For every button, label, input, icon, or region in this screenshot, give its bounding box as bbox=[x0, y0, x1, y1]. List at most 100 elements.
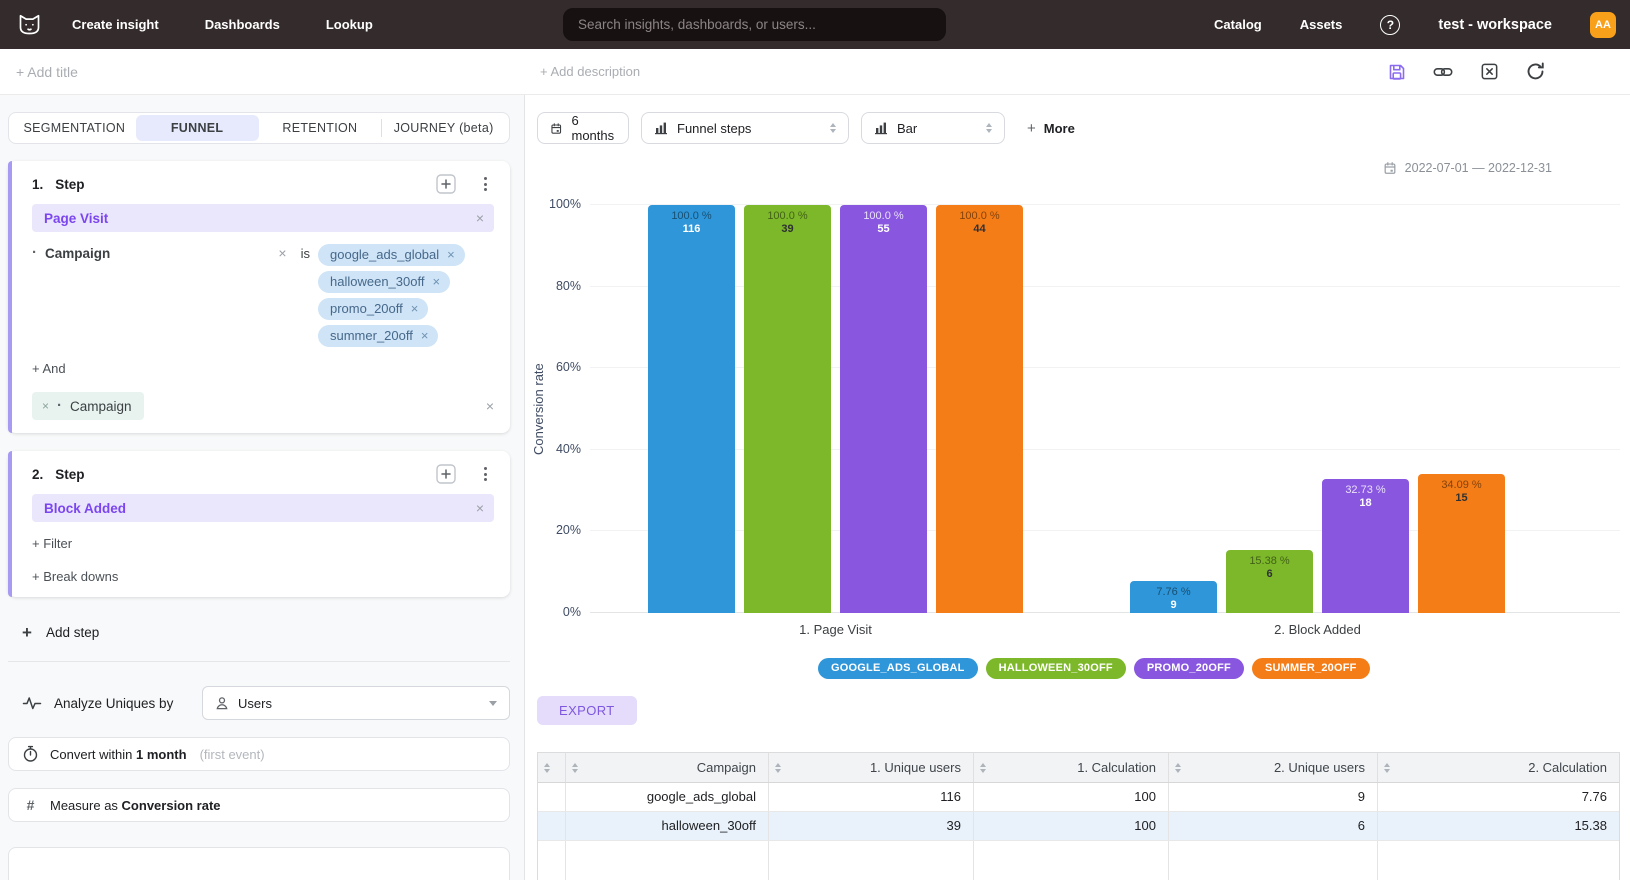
remove-event-icon[interactable] bbox=[476, 501, 484, 515]
filter-property[interactable]: Campaign bbox=[45, 246, 110, 261]
breakdown-chip[interactable]: Campaign bbox=[32, 392, 144, 420]
column-header-campaign[interactable]: Campaign bbox=[566, 753, 769, 782]
clipped-option-box bbox=[8, 847, 510, 880]
tab-journey-beta-[interactable]: JOURNEY (beta) bbox=[382, 115, 505, 141]
legend-pill-promo_20off[interactable]: PROMO_20OFF bbox=[1134, 658, 1244, 679]
remove-event-icon[interactable] bbox=[476, 211, 484, 225]
insight-header: + Add title + Add description bbox=[0, 49, 1630, 95]
step-menu-icon[interactable] bbox=[476, 175, 494, 193]
y-tick-label: 80% bbox=[556, 279, 581, 293]
nav-item-lookup[interactable]: Lookup bbox=[326, 17, 373, 32]
convert-within-label: Convert within 1 month bbox=[50, 747, 187, 762]
analyze-uniques-select[interactable]: Users bbox=[202, 686, 510, 720]
refresh-icon[interactable] bbox=[1524, 61, 1546, 83]
table-row[interactable]: google_ads_global11610097.76 bbox=[538, 783, 1619, 812]
step-card-1: 1. Step Page Visit bbox=[8, 161, 510, 433]
app-logo-icon[interactable] bbox=[14, 10, 44, 40]
tab-funnel[interactable]: FUNNEL bbox=[136, 115, 259, 141]
filter-value-chip[interactable]: promo_20off bbox=[318, 298, 428, 320]
bar-promo_20off[interactable]: 32.73 %18 bbox=[1322, 479, 1409, 613]
bar-promo_20off[interactable]: 100.0 %55 bbox=[840, 205, 927, 613]
filter-value-chip[interactable]: google_ads_global bbox=[318, 244, 465, 266]
tab-retention[interactable]: RETENTION bbox=[259, 115, 382, 141]
sort-icon[interactable] bbox=[775, 763, 781, 773]
add-description-button[interactable]: + Add description bbox=[540, 64, 640, 79]
column-header-1-unique-users[interactable]: 1. Unique users bbox=[769, 753, 974, 782]
add-filter-icon[interactable] bbox=[436, 174, 456, 194]
bar-summer_20off[interactable]: 34.09 %15 bbox=[1418, 474, 1505, 613]
sort-icon[interactable] bbox=[544, 763, 550, 773]
chip-remove-icon[interactable] bbox=[432, 275, 440, 288]
filter-value-chip[interactable]: halloween_30off bbox=[318, 271, 450, 293]
chip-remove-icon[interactable] bbox=[447, 248, 455, 261]
remove-breakdown-icon[interactable] bbox=[42, 400, 49, 412]
table-row[interactable]: halloween_30off39100615.38 bbox=[538, 812, 1619, 841]
bar-percent-label: 100.0 % bbox=[648, 210, 735, 222]
stopwatch-icon bbox=[22, 745, 39, 763]
bar-chart-icon bbox=[874, 121, 888, 135]
legend-pill-halloween_30off[interactable]: HALLOWEEN_30OFF bbox=[986, 658, 1126, 679]
bar-count-label: 39 bbox=[744, 223, 831, 235]
table-cell: 39 bbox=[769, 812, 974, 840]
step-menu-icon[interactable] bbox=[476, 465, 494, 483]
nav-item-catalog[interactable]: Catalog bbox=[1214, 17, 1262, 32]
legend-pill-summer_20off[interactable]: SUMMER_20OFF bbox=[1252, 658, 1370, 679]
remove-filter-icon[interactable] bbox=[278, 246, 286, 260]
workspace-menu[interactable]: test - workspace bbox=[1438, 17, 1552, 33]
hash-icon bbox=[22, 797, 39, 813]
avatar[interactable]: AA bbox=[1590, 12, 1616, 38]
chart-type-select[interactable]: Bar bbox=[861, 112, 1005, 144]
bar-halloween_30off[interactable]: 100.0 %39 bbox=[744, 205, 831, 613]
sort-icon[interactable] bbox=[980, 763, 986, 773]
search-input[interactable] bbox=[563, 8, 946, 41]
table-cell: 7.76 bbox=[1378, 783, 1619, 811]
chip-remove-icon[interactable] bbox=[421, 329, 429, 342]
view-select[interactable]: Funnel steps bbox=[641, 112, 849, 144]
sort-icon[interactable] bbox=[1384, 763, 1390, 773]
add-step-button[interactable]: Add step bbox=[8, 624, 510, 641]
sort-icon[interactable] bbox=[572, 763, 578, 773]
add-and-condition[interactable]: + And bbox=[32, 361, 494, 376]
measure-as-button[interactable]: Measure as Conversion rate bbox=[8, 788, 510, 822]
funnel-builder-panel: SEGMENTATIONFUNNELRETENTIONJOURNEY (beta… bbox=[0, 95, 525, 880]
add-filter-link[interactable]: + Filter bbox=[32, 536, 494, 551]
sort-icon[interactable] bbox=[1175, 763, 1181, 773]
nav-item-create-insight[interactable]: Create insight bbox=[72, 17, 159, 32]
tab-segmentation[interactable]: SEGMENTATION bbox=[13, 115, 136, 141]
column-header-index[interactable] bbox=[538, 753, 566, 782]
convert-within-button[interactable]: Convert within 1 month (first event) bbox=[8, 737, 510, 771]
bar-halloween_30off[interactable]: 15.38 %6 bbox=[1226, 550, 1313, 613]
bar-google_ads_global[interactable]: 7.76 %9 bbox=[1130, 581, 1217, 613]
copy-link-icon[interactable] bbox=[1432, 61, 1454, 83]
add-breakdowns-link[interactable]: + Break downs bbox=[32, 569, 494, 584]
more-button[interactable]: + More bbox=[1027, 120, 1075, 137]
applied-date-range[interactable]: 2022-07-01 — 2022-12-31 bbox=[1383, 161, 1552, 175]
column-header-1-calculation[interactable]: 1. Calculation bbox=[974, 753, 1169, 782]
x-axis-label: 2. Block Added bbox=[1130, 622, 1505, 637]
remove-breakdown-row-icon[interactable] bbox=[486, 399, 494, 413]
chip-remove-icon[interactable] bbox=[411, 302, 419, 315]
bar-google_ads_global[interactable]: 100.0 %116 bbox=[648, 205, 735, 613]
export-button[interactable]: EXPORT bbox=[537, 696, 637, 725]
add-filter-icon[interactable] bbox=[436, 464, 456, 484]
legend-pill-google_ads_global[interactable]: GOOGLE_ADS_GLOBAL bbox=[818, 658, 978, 679]
more-label: More bbox=[1044, 121, 1075, 136]
column-header-2-unique-users[interactable]: 2. Unique users bbox=[1169, 753, 1378, 782]
table-cell: google_ads_global bbox=[566, 783, 769, 811]
clear-icon[interactable] bbox=[1478, 61, 1500, 83]
save-icon[interactable] bbox=[1386, 61, 1408, 83]
step1-event[interactable]: Page Visit bbox=[44, 211, 108, 226]
nav-item-dashboards[interactable]: Dashboards bbox=[205, 17, 280, 32]
date-range-button[interactable]: 6 months bbox=[537, 112, 629, 144]
step2-event[interactable]: Block Added bbox=[44, 501, 126, 516]
help-icon[interactable] bbox=[1380, 15, 1400, 35]
bar-summer_20off[interactable]: 100.0 %44 bbox=[936, 205, 1023, 613]
insight-actions bbox=[1386, 61, 1546, 83]
chip-label: google_ads_global bbox=[330, 247, 439, 262]
add-title-button[interactable]: + Add title bbox=[16, 64, 78, 80]
nav-item-assets[interactable]: Assets bbox=[1300, 17, 1343, 32]
filter-value-chip[interactable]: summer_20off bbox=[318, 325, 438, 347]
filter-operator[interactable]: is bbox=[301, 246, 310, 261]
column-header-2-calculation[interactable]: 2. Calculation bbox=[1378, 753, 1619, 782]
bar-percent-label: 100.0 % bbox=[744, 210, 831, 222]
